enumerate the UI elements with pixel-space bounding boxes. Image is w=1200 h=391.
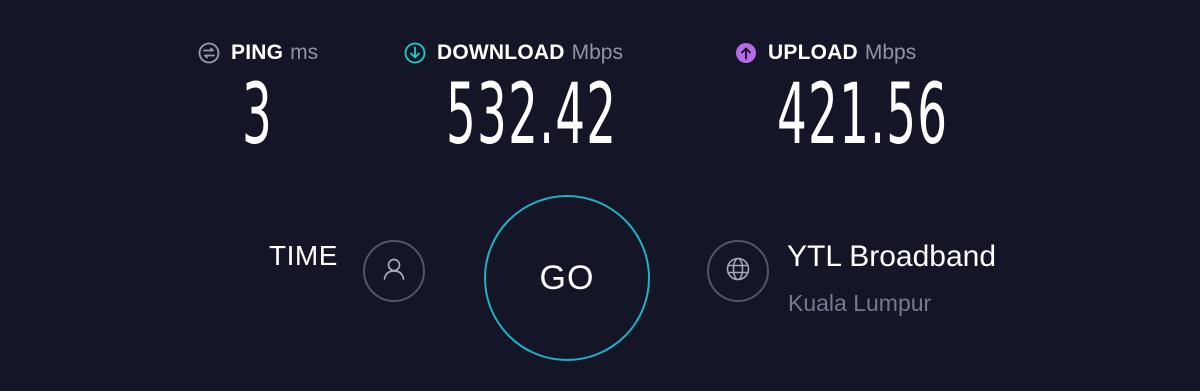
go-button[interactable]: GO (484, 195, 650, 361)
change-server-button[interactable] (707, 240, 769, 302)
upload-value: 421.56 (777, 65, 949, 163)
time-label: TIME (269, 240, 338, 271)
speedtest-panel: PING ms 3 DOWNLOAD Mbps 532.42 UPLOAD Mb… (0, 0, 1200, 391)
go-label: GO (539, 258, 595, 297)
isp-name[interactable]: YTL Broadband (787, 240, 996, 274)
download-label: DOWNLOAD (437, 41, 565, 64)
user-icon (379, 254, 409, 289)
upload-unit: Mbps (864, 41, 917, 64)
server-location: Kuala Lumpur (788, 290, 932, 316)
download-result: DOWNLOAD Mbps 532.42 (404, 36, 623, 156)
download-arrow-icon (404, 42, 426, 64)
ping-result: PING ms 3 (198, 36, 318, 156)
download-unit: Mbps (571, 41, 623, 64)
upload-arrow-icon (735, 42, 757, 64)
download-value: 532.42 (446, 65, 618, 163)
ping-value: 3 (242, 65, 274, 163)
ping-label: PING (231, 41, 284, 64)
globe-icon (723, 254, 753, 289)
user-account-button[interactable] (363, 240, 425, 302)
ping-icon (198, 42, 220, 64)
ping-unit: ms (290, 41, 319, 64)
upload-result: UPLOAD Mbps 421.56 (735, 36, 947, 156)
upload-label: UPLOAD (768, 41, 858, 64)
